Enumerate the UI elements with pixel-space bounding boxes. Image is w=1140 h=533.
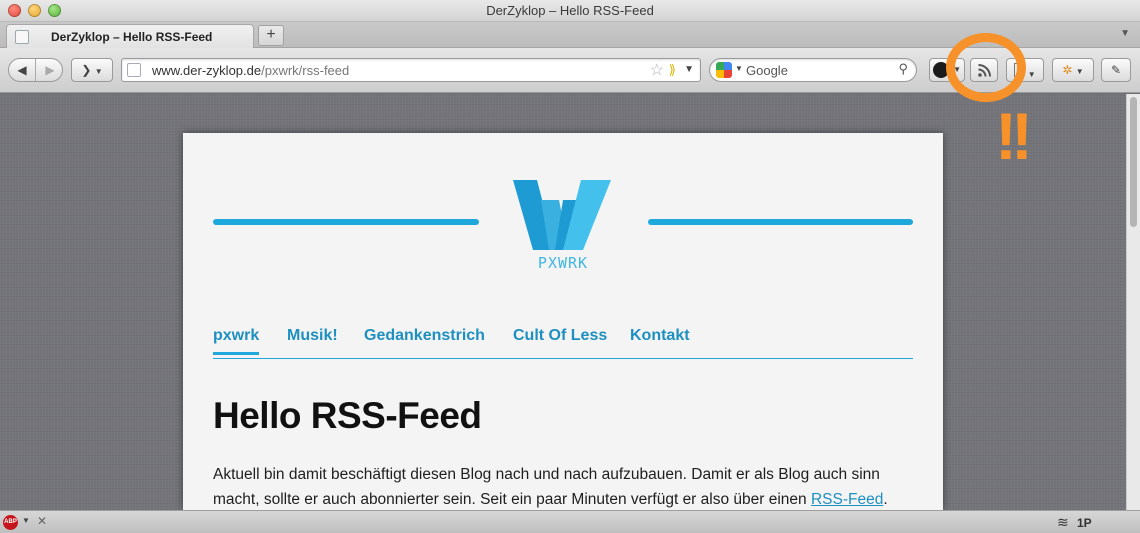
url-path: /pxwrk/rss-feed (261, 63, 350, 78)
site-nav: pxwrk Musik! Gedankenstrich Cult Of Less… (213, 325, 913, 359)
post-text-line2: macht, sollte er auch abonnierter sein. … (213, 491, 811, 508)
url-favicon-icon (127, 63, 141, 77)
annotation-circle (946, 33, 1026, 102)
tab-active[interactable]: DerZyklop – Hello RSS-Feed (6, 24, 254, 48)
nav-item-cult-of-less[interactable]: Cult Of Less (513, 327, 607, 345)
annotation-exclamation: !! (995, 99, 1033, 173)
nav-item-kontakt[interactable]: Kontakt (630, 327, 690, 345)
header-line-right (648, 219, 913, 225)
chevron-down-icon: ▼ (94, 67, 103, 76)
adblock-icon[interactable]: ABP (3, 515, 18, 530)
forward-button[interactable]: ▶ (37, 59, 63, 81)
chevron-right-icon: ❯ (81, 63, 92, 77)
logo-text: PXWRK (537, 254, 589, 272)
search-placeholder: Google (746, 63, 788, 78)
chevron-down-icon: ▼ (1027, 70, 1036, 79)
pxwrk-logo-icon[interactable] (511, 178, 615, 253)
tab-label: DerZyklop – Hello RSS-Feed (51, 30, 213, 44)
nav-item-gedankenstrich[interactable]: Gedankenstrich (364, 327, 485, 345)
nav-item-pxwrk[interactable]: pxwrk (213, 327, 260, 355)
onepassword-label[interactable]: 1P (1077, 516, 1092, 530)
search-engine-dropdown-icon[interactable]: ▼ (735, 64, 743, 73)
bookmarklet-icon[interactable]: ⟫ (669, 62, 676, 78)
back-forward-buttons: ◀ ▶ (8, 58, 63, 82)
bookmark-star-icon[interactable]: ☆ (650, 60, 664, 80)
back-button[interactable]: ◀ (9, 59, 36, 81)
header-line-left (213, 219, 479, 225)
google-icon[interactable] (716, 62, 732, 78)
tab-overflow-icon[interactable]: ▼ (1120, 28, 1130, 39)
extension-button-3[interactable]: ✲ ▼ (1052, 58, 1094, 82)
post-text-line1: Aktuell bin damit beschäftigt diesen Blo… (213, 466, 880, 483)
search-field[interactable]: ▼ Google ⚲ (709, 58, 917, 82)
scrollbar-thumb[interactable] (1130, 97, 1137, 227)
vertical-scrollbar[interactable] (1126, 94, 1140, 510)
chevron-down-icon: ▼ (1075, 67, 1084, 76)
close-icon[interactable]: ✕ (37, 514, 47, 528)
post-body: Aktuell bin damit beschäftigt diesen Blo… (213, 462, 913, 510)
wrench-icon: ✎ (1110, 63, 1122, 77)
favicon-icon (15, 30, 29, 44)
url-text: www.der-zyklop.de/pxwrk/rss-feed (152, 63, 349, 78)
search-icon: ⚲ (898, 61, 908, 76)
new-tab-button[interactable]: + (258, 25, 284, 46)
layers-icon[interactable]: ≋ (1057, 514, 1069, 531)
rss-feed-link[interactable]: RSS-Feed (811, 491, 883, 508)
window-title: DerZyklop – Hello RSS-Feed (486, 3, 654, 18)
post-text-end: . (883, 491, 888, 508)
nav-item-musik[interactable]: Musik! (287, 327, 338, 345)
bird-icon: ✲ (1062, 63, 1073, 77)
chevron-down-icon[interactable]: ▼ (22, 516, 30, 525)
url-dropdown-icon[interactable]: ▼ (684, 64, 694, 75)
post-title: Hello RSS-Feed (213, 395, 482, 436)
url-domain: www.der-zyklop.de (152, 63, 262, 78)
settings-button[interactable]: ✎ (1101, 58, 1131, 82)
blog-page: PXWRK pxwrk Musik! Gedankenstrich Cult O… (183, 133, 943, 510)
reader-button[interactable]: ❯ ▼ (71, 58, 113, 82)
address-bar[interactable]: www.der-zyklop.de/pxwrk/rss-feed ☆ ⟫ ▼ (121, 58, 701, 82)
status-bar: ABP ▼ ✕ ≋ 1P (0, 510, 1140, 533)
window-titlebar: DerZyklop – Hello RSS-Feed (0, 0, 1140, 22)
